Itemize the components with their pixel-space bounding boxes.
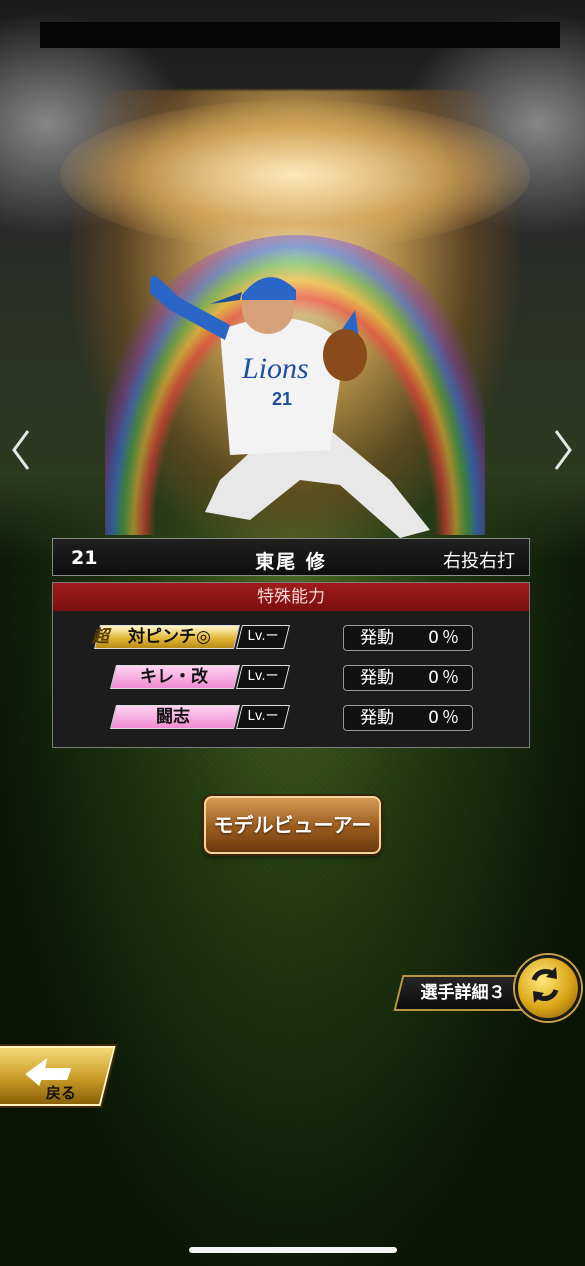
player-detail-label: 選手詳細３ [420, 983, 506, 1003]
prev-player-button[interactable] [6, 425, 36, 475]
ability-trigger-rate: 発動 0％ [343, 705, 473, 731]
ability-skill-bar: キレ・改 [110, 665, 240, 689]
player-handedness: 右投右打 [443, 551, 515, 572]
ability-name: キレ・改 [140, 667, 208, 687]
ability-row: 超 対ピンチ◎ Lv.ー 発動 0％ [53, 625, 529, 651]
ability-trigger-rate: 発動 0％ [343, 665, 473, 691]
player-detail-button[interactable]: 選手詳細３ [393, 975, 533, 1011]
next-player-button[interactable] [548, 425, 578, 475]
back-button[interactable]: 戻る [0, 1046, 116, 1106]
ability-skill-bar: 闘志 [110, 705, 240, 729]
model-viewer-button[interactable]: モデルビューアー [204, 796, 381, 854]
player-name-bar: 21 東尾 修 右投右打 [52, 538, 530, 576]
jersey-number-text: 21 [272, 389, 292, 409]
special-abilities-panel: 特殊能力 超 対ピンチ◎ Lv.ー 発動 0％ キレ・改 Lv.ー 発動 0％ 闘志… [52, 582, 530, 748]
ability-name: 対ピンチ◎ [128, 627, 211, 647]
ability-level: Lv.ー [236, 625, 290, 649]
ability-level: Lv.ー [236, 705, 290, 729]
cycle-detail-button[interactable] [515, 955, 581, 1021]
top-status-bar [40, 22, 560, 48]
ability-name: 闘志 [156, 707, 190, 727]
card-cloud-effect [60, 100, 530, 250]
ability-trigger-rate: 発動 0％ [343, 625, 473, 651]
ability-row: 闘志 Lv.ー 発動 0％ [53, 705, 529, 731]
ability-skill-bar: 超 対ピンチ◎ [92, 625, 240, 649]
chevron-left-icon [12, 430, 30, 470]
ability-row: キレ・改 Lv.ー 発動 0％ [53, 665, 529, 691]
ability-level: Lv.ー [236, 665, 290, 689]
home-indicator[interactable] [189, 1247, 397, 1253]
chevron-right-icon [554, 430, 572, 470]
player-illustration: Lions 21 [150, 275, 430, 538]
abilities-header: 特殊能力 [53, 583, 529, 611]
super-badge: 超 [92, 627, 109, 647]
jersey-team-text: Lions [241, 352, 309, 385]
back-label: 戻る [45, 1084, 76, 1102]
cycle-arrows-icon [531, 967, 559, 1003]
